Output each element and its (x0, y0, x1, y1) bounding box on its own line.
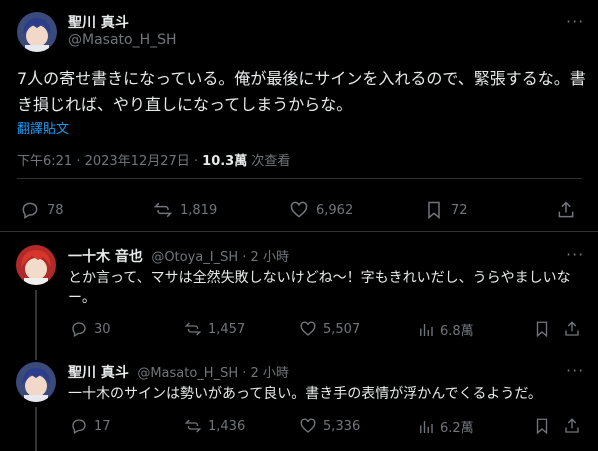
share-button[interactable] (563, 417, 581, 435)
share-icon (565, 418, 579, 433)
reply-button[interactable]: 17 (70, 417, 111, 435)
reply-count: 30 (94, 321, 111, 337)
view-count: 6.8萬 (440, 324, 474, 339)
divider (17, 178, 582, 179)
repost-icon (184, 419, 202, 433)
bookmark-icon (536, 321, 548, 338)
repost-count: 1,457 (208, 321, 246, 337)
repost-button[interactable]: 1,819 (153, 200, 217, 220)
view-count: 10.3萬 (202, 154, 248, 169)
share-icon (565, 321, 579, 336)
author-name[interactable]: 聖川 真斗 (68, 12, 129, 32)
share-button[interactable] (556, 200, 576, 220)
more-options-icon[interactable]: ··· (566, 361, 584, 380)
reply-text: 一十木のサインは勢いがあって良い。書き手の表情が浮かんでくるようだ。 (68, 386, 542, 402)
heart-icon (300, 321, 316, 336)
tweet-timestamp[interactable]: 下午6:21 · 2023年12月27日 · (17, 154, 202, 169)
like-count: 6,962 (316, 202, 354, 218)
reply-icon (72, 322, 86, 337)
more-options-icon[interactable]: ··· (566, 245, 584, 264)
more-options-icon[interactable]: ··· (566, 12, 584, 31)
like-button[interactable]: 5,507 (299, 320, 360, 338)
views-button[interactable]: 6.2萬 (417, 417, 474, 436)
bookmark-icon (428, 201, 440, 220)
reply-icon (22, 202, 38, 219)
views-button[interactable]: 6.8萬 (417, 320, 474, 339)
divider (0, 231, 598, 232)
like-button[interactable]: 5,336 (299, 417, 360, 435)
translate-link[interactable]: 翻譯貼文 (17, 118, 69, 137)
repost-count: 1,819 (180, 202, 218, 218)
analytics-icon (420, 323, 433, 336)
reply-icon (72, 419, 86, 434)
avatar[interactable] (17, 12, 57, 52)
bookmark-count: 72 (451, 202, 468, 218)
bookmark-button[interactable] (533, 417, 551, 435)
tweet-text: 7人の寄せ書きになっている。俺が最後にサインを入れるので、緊張するな。書き損じれ… (17, 69, 586, 114)
reply-count: 17 (94, 418, 111, 434)
bookmark-button[interactable]: 72 (424, 200, 468, 220)
like-count: 5,507 (323, 321, 361, 337)
reply-header: 聖川 真斗 @Masato_H_SH · 2 小時 (68, 362, 289, 382)
tweet-meta: 下午6:21 · 2023年12月27日 · 10.3萬 次查看 (17, 150, 290, 169)
reply-text: とか言って、マサは全然失敗しないけどね～！字もきれいだし、うらやましいなー。 (68, 270, 571, 306)
reply-time[interactable]: · 2 小時 (238, 366, 289, 381)
share-button[interactable] (563, 320, 581, 338)
repost-icon (153, 202, 173, 218)
heart-icon (290, 201, 308, 218)
reply-author-name[interactable]: 聖川 真斗 (68, 365, 129, 381)
repost-icon (184, 322, 202, 336)
repost-button[interactable]: 1,436 (184, 417, 245, 435)
heart-icon (300, 418, 316, 433)
share-icon (558, 201, 574, 218)
like-count: 5,336 (323, 418, 361, 434)
thread-line (35, 290, 37, 360)
reply-time[interactable]: · 2 小時 (238, 250, 289, 265)
reply-button[interactable]: 78 (20, 200, 64, 220)
bookmark-button[interactable] (533, 320, 551, 338)
reply-author-name[interactable]: 一十木 音也 (68, 249, 143, 265)
like-button[interactable]: 6,962 (289, 200, 353, 220)
avatar[interactable] (16, 245, 56, 285)
avatar[interactable] (16, 362, 56, 402)
repost-count: 1,436 (208, 418, 246, 434)
author-handle[interactable]: @Masato_H_SH (68, 32, 177, 48)
reply-button[interactable]: 30 (70, 320, 111, 338)
view-count: 6.2萬 (440, 421, 474, 436)
thread-line (35, 407, 37, 451)
repost-button[interactable]: 1,457 (184, 320, 245, 338)
reply-author-handle[interactable]: @Masato_H_SH (137, 366, 238, 381)
view-label: 次查看 (247, 154, 291, 169)
reply-header: 一十木 音也 @Otoya_I_SH · 2 小時 (68, 246, 289, 266)
reply-author-handle[interactable]: @Otoya_I_SH (151, 250, 238, 265)
reply-count: 78 (47, 202, 64, 218)
bookmark-icon (536, 418, 548, 435)
analytics-icon (420, 420, 433, 433)
